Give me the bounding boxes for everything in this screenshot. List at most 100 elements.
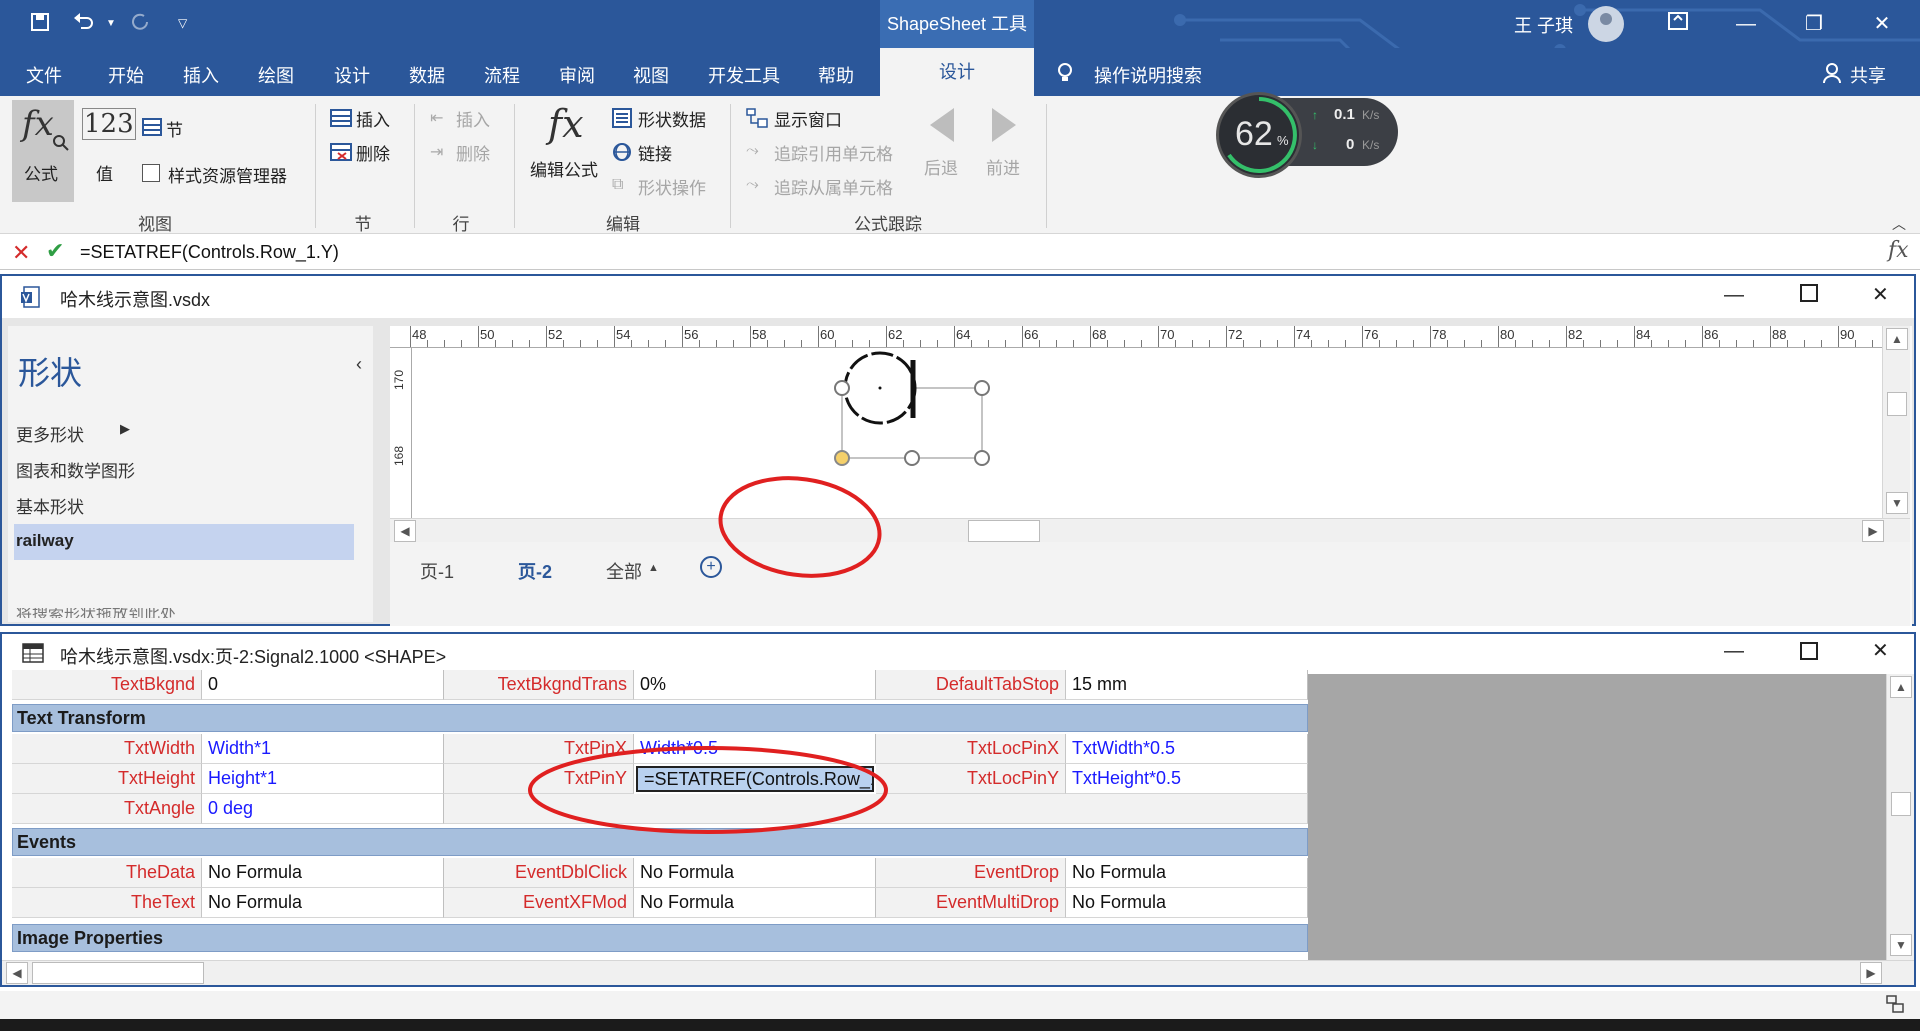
delete-section-button[interactable]: 删除 (356, 140, 390, 165)
insert-function-icon[interactable]: fx (1888, 238, 1909, 263)
cell-value[interactable]: TxtWidth*0.5 (1066, 734, 1308, 764)
scroll-left-icon[interactable]: ◀ (394, 520, 416, 542)
cell-value[interactable]: 15 mm (1066, 670, 1308, 700)
scroll-right-icon[interactable]: ▶ (1862, 520, 1884, 542)
share-button[interactable]: 共享 (1850, 62, 1886, 88)
ruler-h-tick (1685, 340, 1686, 347)
shapes-item-charts[interactable]: 图表和数学图形 (16, 454, 356, 482)
restore-icon[interactable]: ❐ (1794, 8, 1834, 40)
ruler-h-tick (461, 340, 462, 347)
cell-value[interactable]: 0% (634, 670, 876, 700)
tab-file[interactable]: 文件 (26, 62, 62, 88)
switch-windows-icon[interactable] (1886, 995, 1904, 1018)
signal-shape[interactable] (412, 348, 1882, 518)
sheet-close-icon[interactable]: ✕ (1872, 638, 1889, 663)
sheet-maximize-icon[interactable] (1800, 642, 1818, 660)
cell-value[interactable]: No Formula (202, 888, 444, 918)
tab-review[interactable]: 审阅 (559, 62, 595, 88)
scroll-thumb[interactable] (1887, 392, 1907, 416)
ruler-h-label: 60 (820, 327, 835, 342)
edit-formula-button[interactable]: fx 编辑公式 (526, 100, 602, 202)
tab-view[interactable]: 视图 (633, 62, 669, 88)
shapes-item-more[interactable]: 更多形状 ▶ (16, 418, 356, 446)
style-explorer-checkbox[interactable] (142, 164, 160, 182)
ribbon-display-icon[interactable] (1658, 8, 1698, 40)
drawing-maximize-icon[interactable] (1800, 284, 1818, 302)
close-icon[interactable]: ✕ (1862, 8, 1902, 40)
drawing-minimize-icon[interactable]: ― (1724, 284, 1744, 307)
shape-data-button[interactable]: 形状数据 (638, 106, 706, 131)
cell-value[interactable]: No Formula (1066, 888, 1308, 918)
drawing-window: 哈木线示意图.vsdx ― ✕ 形状 ‹ 更多形状 ▶ 图表和数学图形 基本形状… (0, 274, 1916, 626)
tab-help[interactable]: 帮助 (818, 62, 854, 88)
cell-value[interactable]: Width*1 (202, 734, 444, 764)
trace-dependents-button[interactable]: 追踪从属单元格 (774, 174, 893, 199)
avatar[interactable] (1588, 6, 1624, 42)
insert-row-button[interactable]: 插入 (456, 106, 490, 131)
cell-value[interactable]: No Formula (634, 858, 876, 888)
cell-value[interactable]: No Formula (202, 858, 444, 888)
section-header-text-transform[interactable]: Text Transform (12, 704, 1308, 732)
scroll-thumb[interactable] (968, 520, 1040, 542)
tab-design[interactable]: 设计 (334, 62, 370, 88)
drawing-close-icon[interactable]: ✕ (1872, 282, 1889, 307)
formula-view-button[interactable]: fx 公式 (12, 100, 74, 202)
cancel-formula-icon[interactable]: ✕ (12, 240, 30, 266)
tab-data[interactable]: 数据 (409, 62, 445, 88)
cell-value[interactable]: No Formula (634, 888, 876, 918)
sections-button[interactable]: 节 (166, 116, 183, 141)
ruler-h-tick (1056, 340, 1057, 347)
shapes-item-basic[interactable]: 基本形状 (16, 490, 356, 518)
ruler-h-tick (1753, 340, 1754, 347)
drawing-hscrollbar[interactable]: ◀ ▶ (390, 518, 1910, 542)
tab-draw[interactable]: 绘图 (258, 62, 294, 88)
show-window-icon (746, 108, 768, 133)
scroll-thumb[interactable] (32, 962, 204, 984)
section-header-image-properties[interactable]: Image Properties (12, 924, 1308, 952)
tab-shapesheet-design[interactable]: 设计 (880, 48, 1034, 96)
sheet-hscrollbar[interactable]: ◀ ▶ (2, 960, 1914, 985)
tab-home[interactable]: 开始 (108, 62, 144, 88)
collapse-shapes-icon[interactable]: ‹ (356, 354, 362, 375)
scroll-left-icon[interactable]: ◀ (6, 962, 28, 984)
tab-process[interactable]: 流程 (484, 62, 520, 88)
page-tab-1[interactable]: 页-1 (420, 558, 454, 584)
minimize-icon[interactable]: ― (1726, 8, 1766, 40)
page-tab-2[interactable]: 页-2 (518, 558, 552, 584)
cell-value[interactable]: Height*1 (202, 764, 444, 794)
insert-section-button[interactable]: 插入 (356, 106, 390, 131)
sheet-minimize-icon[interactable]: ― (1724, 640, 1744, 663)
drawing-vscrollbar[interactable]: ▲ ▼ (1882, 326, 1910, 518)
cell-value[interactable]: TxtHeight*0.5 (1066, 764, 1308, 794)
cell-value[interactable]: No Formula (1066, 858, 1308, 888)
scroll-down-icon[interactable]: ▼ (1886, 492, 1908, 514)
tab-insert[interactable]: 插入 (183, 62, 219, 88)
trace-precedents-button[interactable]: 追踪引用单元格 (774, 140, 893, 165)
scroll-thumb[interactable] (1891, 792, 1911, 816)
drawing-page[interactable] (412, 348, 1882, 518)
formula-input[interactable]: =SETATREF(Controls.Row_1.Y) (80, 239, 1870, 267)
tell-me-search[interactable]: 操作说明搜索 (1094, 62, 1202, 88)
scroll-right-icon[interactable]: ▶ (1860, 962, 1882, 984)
shapes-item-railway[interactable]: railway (14, 524, 354, 560)
sheet-vscrollbar[interactable]: ▲ ▼ (1886, 674, 1914, 960)
page-tab-all[interactable]: 全部 (606, 558, 642, 584)
delete-row-button[interactable]: 删除 (456, 140, 490, 165)
ruler-h-tick (648, 340, 649, 347)
shape-ops-button[interactable]: 形状操作 (638, 174, 706, 199)
scroll-up-icon[interactable]: ▲ (1886, 328, 1908, 350)
forward-button[interactable]: 前进 (986, 154, 1020, 179)
cell-value[interactable]: 0 (202, 670, 444, 700)
back-button[interactable]: 后退 (924, 154, 958, 179)
ruler-h-label: 54 (616, 327, 631, 342)
links-button[interactable]: 链接 (638, 140, 672, 165)
scroll-up-icon[interactable]: ▲ (1890, 676, 1912, 698)
ruler-h-label: 90 (1840, 327, 1855, 342)
collapse-ribbon-icon[interactable]: ︿ (1892, 214, 1906, 234)
value-view-button[interactable]: 123 值 (82, 100, 136, 202)
cell-value[interactable]: 0 deg (202, 794, 444, 824)
tab-developer[interactable]: 开发工具 (708, 62, 780, 88)
accept-formula-icon[interactable]: ✔ (46, 238, 64, 264)
show-window-button[interactable]: 显示窗口 (774, 106, 842, 131)
scroll-down-icon[interactable]: ▼ (1890, 934, 1912, 956)
